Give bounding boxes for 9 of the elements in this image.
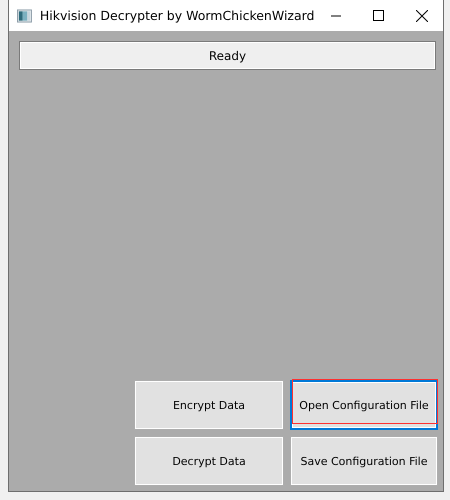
status-field: Ready <box>19 41 436 70</box>
app-icon <box>17 8 32 22</box>
action-button[interactable]: Encrypt Data <box>134 380 284 430</box>
action-button[interactable]: Save Configuration File <box>290 436 438 486</box>
close-icon <box>416 10 428 22</box>
action-button[interactable]: Decrypt Data <box>134 436 284 486</box>
maximize-icon <box>373 10 384 21</box>
action-button[interactable]: Open Configuration File <box>290 380 438 430</box>
window-title: Hikvision Decrypter by WormChickenWizard <box>40 8 314 23</box>
